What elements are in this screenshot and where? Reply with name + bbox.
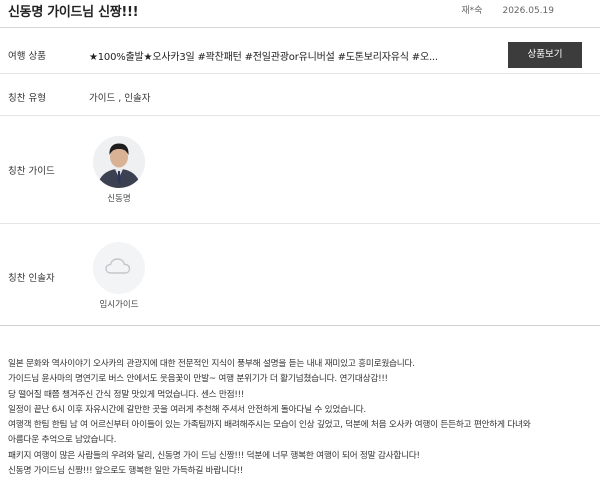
review-line: 신동명 가이드님 신짱!!! 앞으로도 행복한 일만 가득하길 바랍니다!! <box>8 466 244 477</box>
review-body: 일본 문화와 역사이야기 오사카의 관광지에 대한 전문적인 지식이 풍부해 설… <box>8 357 588 479</box>
guide-avatar[interactable] <box>93 136 145 188</box>
author-name: 재*숙 <box>461 6 483 16</box>
praise-assistant-row: 칭찬 인솔자 임시가이드 <box>0 224 600 326</box>
praise-assistant-label: 칭찬 인솔자 <box>8 273 55 284</box>
review-meta: 재*숙 2026.05.19 <box>461 3 554 16</box>
person-photo-icon <box>93 136 145 188</box>
review-line: 일정이 끝난 6시 이후 자유시간에 갈만한 곳을 여러게 추천해 주셔서 안전… <box>8 404 366 415</box>
review-line: 아름다운 추억으로 남았습니다. <box>8 435 117 446</box>
review-line: 가이드님 윤사마의 명연기로 버스 안에서도 웃음꽃이 만발~ 여행 분위기가 … <box>8 374 388 385</box>
review-line: 일본 문화와 역사이야기 오사카의 관광지에 대한 전문적인 지식이 풍부해 설… <box>8 359 415 369</box>
product-label: 여행 상품 <box>8 51 46 62</box>
praise-guide-row: 칭찬 가이드 신동명 <box>0 116 600 224</box>
review-line: 패키지 여행이 많은 사람들의 우려와 달리, 신동명 가이 드님 신짱!!! … <box>8 450 420 461</box>
review-header: 신동명 가이드님 신짱!!! 재*숙 2026.05.19 <box>0 0 600 28</box>
product-row: 여행 상품 ★100%출발★오사카3일 #꽉찬패턴 #전일관광or유니버설 #도… <box>0 37 600 74</box>
guide-name: 신동명 <box>107 194 131 204</box>
review-line: 당 떨어질 때쯤 챙겨주신 간식 정말 맛있게 먹었습니다. 센스 만점!!! <box>8 389 245 400</box>
view-product-button[interactable]: 상품보기 <box>508 42 582 68</box>
praise-type-row: 칭찬 유형 가이드 , 인솔자 <box>0 74 600 116</box>
review-line: 여행객 한팀 한팀 남 여 어르신부터 아이들이 있는 가족팀까지 배려해주시는… <box>8 420 531 431</box>
assistant-name: 임시가이드 <box>99 300 139 310</box>
praise-type-label: 칭찬 유형 <box>8 93 46 104</box>
praise-type-value: 가이드 , 인솔자 <box>89 93 151 104</box>
review-date: 2026.05.19 <box>502 6 554 16</box>
cloud-icon <box>105 258 131 274</box>
praise-guide-label: 칭찬 가이드 <box>8 166 55 177</box>
assistant-avatar[interactable] <box>93 242 145 294</box>
product-name[interactable]: ★100%출발★오사카3일 #꽉찬패턴 #전일관광or유니버설 #도톤보리자유식… <box>89 48 438 63</box>
review-title: 신동명 가이드님 신짱!!! <box>8 5 139 20</box>
